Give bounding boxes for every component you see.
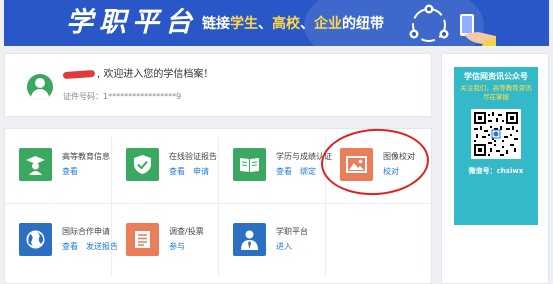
hand-holding-phone-icon — [460, 14, 496, 46]
slogan-prefix: 链接 — [202, 16, 230, 32]
service-higher-education-info[interactable]: 高等教育信息 查看 — [5, 129, 112, 199]
globe-icon — [19, 223, 52, 256]
ad-title: 学信网资讯公众号 — [464, 72, 528, 81]
bind-link[interactable]: 绑定 — [300, 167, 316, 176]
open-book-icon — [233, 148, 266, 181]
slogan-company: 企业 — [314, 16, 342, 32]
service-title: 高等教育信息 — [62, 152, 110, 161]
welcome-panel: , 欢迎进入您的学信档案！ 证件号码：1*****************9 — [4, 53, 432, 117]
service-degree-certification[interactable]: 学历与成绩认证 查看 绑定 — [219, 129, 332, 199]
service-career-platform[interactable]: 学职平台 进入 — [219, 204, 326, 274]
slogan-sep: 、 — [258, 16, 272, 32]
banner-slogan: 链接学生、高校、企业的纽带 — [202, 16, 384, 32]
id-label: 证件号码： — [63, 92, 103, 101]
id-value: 1*****************9 — [103, 92, 182, 101]
person-tie-icon — [233, 223, 266, 256]
slogan-school: 高校 — [272, 16, 300, 32]
view-link[interactable]: 查看 — [62, 167, 78, 176]
wechat-ad-card[interactable]: 学信网资讯公众号 关注我们，高等教育资讯 尽在掌握 微信号：chsiwx — [454, 67, 538, 225]
network-cycle-icon — [409, 4, 449, 42]
qr-code — [471, 109, 521, 159]
shield-check-icon — [126, 148, 159, 181]
banner-title: 学职平台 — [66, 7, 198, 38]
slogan-suffix: 的纽带 — [342, 16, 384, 32]
service-title: 调查/投票 — [169, 227, 204, 236]
apply-link[interactable]: 申请 — [193, 167, 209, 176]
view-link[interactable]: 查看 — [62, 242, 78, 251]
avatar — [27, 74, 53, 100]
service-online-verification-report[interactable]: 在线验证报告 查看 申请 — [112, 129, 219, 199]
service-survey-voting[interactable]: 调查/投票 参与 — [112, 204, 219, 274]
enter-link[interactable]: 进入 — [276, 242, 292, 251]
slogan-student: 学生 — [230, 16, 258, 32]
service-international-cooperation[interactable]: 国际合作申请 查看 发送报告 — [5, 204, 118, 274]
view-link[interactable]: 查看 — [276, 167, 292, 176]
list-icon — [126, 223, 159, 256]
service-title: 学职平台 — [276, 227, 308, 236]
career-platform-banner[interactable]: 学职平台 链接学生、高校、企业的纽带 — [4, 0, 549, 46]
wechat-ad-panel: 学信网资讯公众号 关注我们，高等教育资讯 尽在掌握 微信号：chsiwx — [441, 53, 549, 284]
redacted-name — [62, 69, 96, 80]
view-link[interactable]: 查看 — [169, 167, 185, 176]
participate-link[interactable]: 参与 — [169, 242, 185, 251]
ad-subtitle: 关注我们，高等教育资讯 — [460, 84, 532, 92]
service-title: 国际合作申请 — [62, 227, 110, 236]
graduate-icon — [19, 148, 52, 181]
id-number-row: 证件号码：1*****************9 — [63, 92, 181, 102]
service-title: 在线验证报告 — [169, 152, 217, 161]
welcome-message: , 欢迎进入您的学信档案！ — [97, 69, 214, 80]
slogan-sep: 、 — [300, 16, 314, 32]
ad-subtitle: 尽在掌握 — [483, 93, 509, 101]
wechat-id: 微信号：chsiwx — [468, 167, 524, 175]
